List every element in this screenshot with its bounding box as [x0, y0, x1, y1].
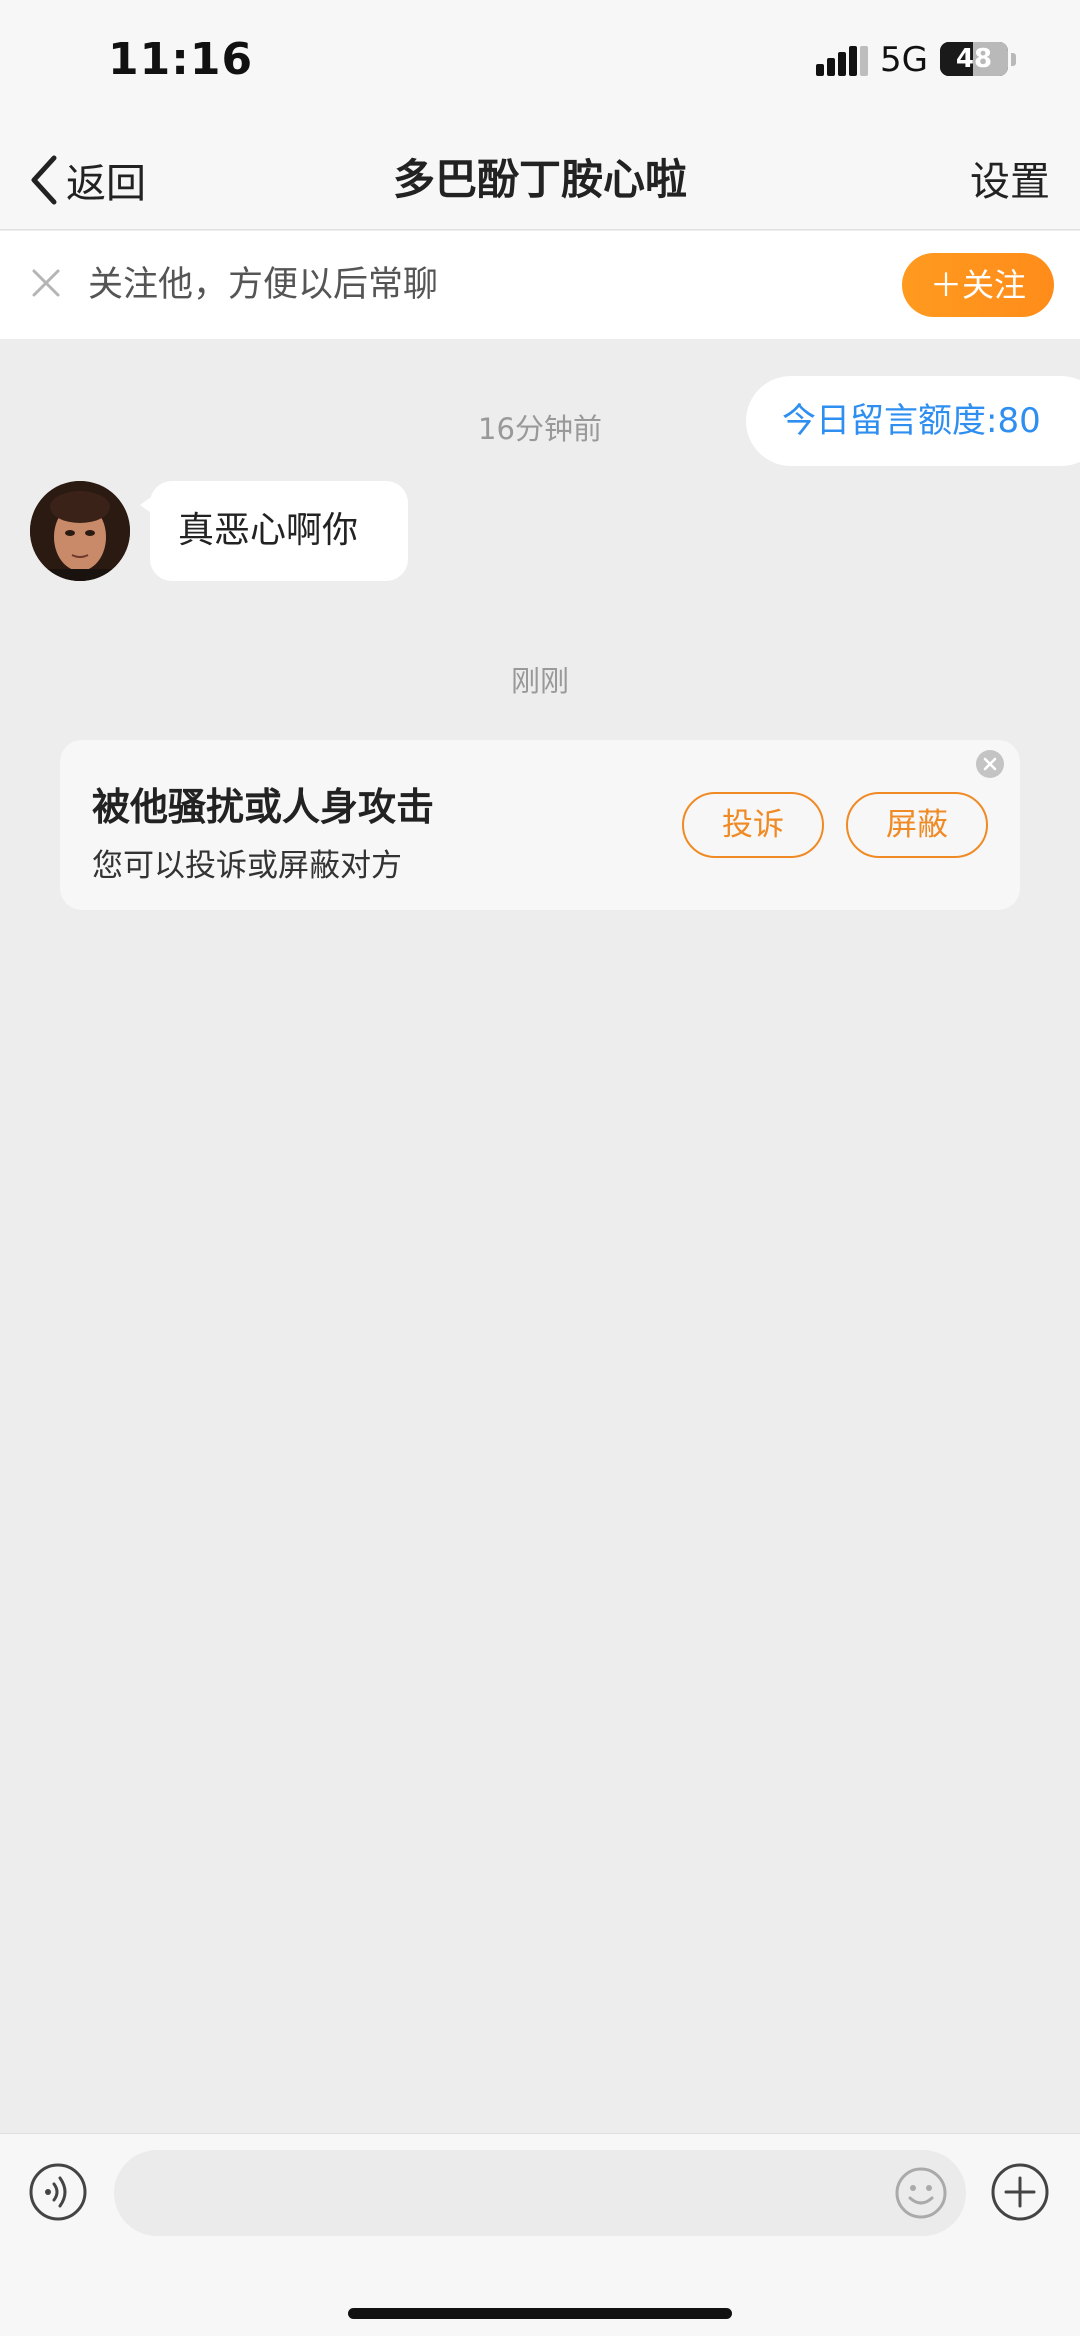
signal-bars-icon	[816, 46, 868, 76]
close-circle-icon[interactable]	[974, 748, 1006, 780]
page-title: 多巴酚丁胺心啦	[392, 155, 687, 204]
message-timestamp: 刚刚	[510, 664, 569, 698]
nav-bar: 多巴酚丁胺心啦 返回 设置	[0, 130, 1080, 230]
voice-icon[interactable]	[28, 2162, 88, 2222]
harassment-report-card: 被他骚扰或人身攻击 您可以投诉或屏蔽对方 投诉 屏蔽	[60, 740, 1020, 910]
follow-banner: 关注他，方便以后常聊 ＋关注	[0, 231, 1080, 339]
emoji-icon[interactable]	[894, 2166, 948, 2220]
follow-prompt-text: 关注他，方便以后常聊	[88, 265, 439, 305]
plus-circle-icon[interactable]	[990, 2162, 1050, 2222]
back-button[interactable]: 返回	[26, 148, 146, 212]
message-timestamp: 16分钟前	[478, 412, 602, 446]
settings-button[interactable]: 设置	[970, 152, 1050, 212]
message-input[interactable]	[114, 2150, 966, 2236]
battery-label: 48	[955, 44, 993, 74]
block-button[interactable]: 屏蔽	[846, 792, 988, 858]
battery-indicator: 48	[940, 42, 1008, 76]
avatar-face-icon	[30, 481, 130, 581]
battery-cap	[1011, 53, 1016, 66]
home-indicator[interactable]	[348, 2308, 732, 2319]
close-icon[interactable]	[26, 263, 66, 303]
avatar[interactable]	[30, 481, 130, 581]
report-card-title: 被他骚扰或人身攻击	[92, 785, 435, 829]
status-bar: 11:16 5G 48	[0, 0, 1080, 130]
follow-button[interactable]: ＋关注	[902, 253, 1054, 317]
back-label: 返回	[66, 161, 146, 207]
message-input-bar	[0, 2133, 1080, 2336]
report-card-subtitle: 您可以投诉或屏蔽对方	[92, 848, 402, 884]
complain-button[interactable]: 投诉	[682, 792, 824, 858]
network-label: 5G	[880, 40, 928, 80]
received-message-bubble[interactable]: 真恶心啊你	[150, 481, 408, 581]
status-time: 11:16	[108, 34, 254, 85]
chat-screen: 11:16 5G 48 多巴酚丁胺心啦 返回 设置 关注他，方便以后常聊 ＋关注…	[0, 0, 1080, 2336]
chevron-left-icon	[31, 155, 57, 205]
